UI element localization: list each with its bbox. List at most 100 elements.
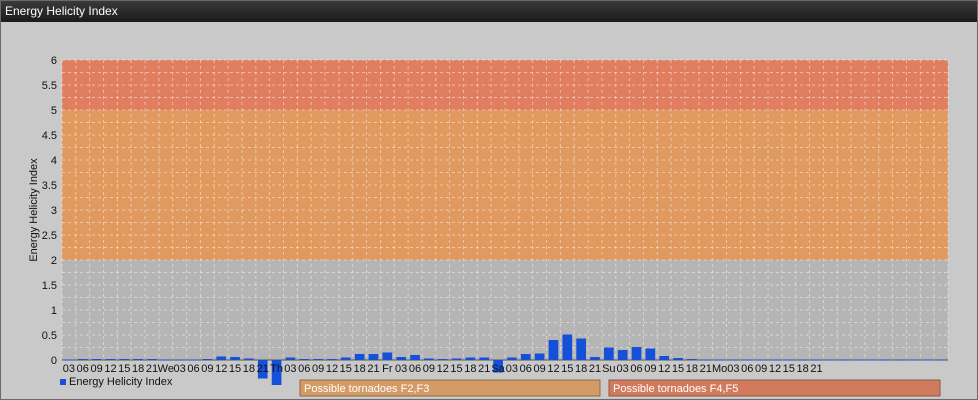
x-tick-label: 18: [132, 363, 144, 375]
bar: [534, 353, 545, 360]
x-tick-label: 06: [298, 363, 310, 375]
x-tick-label: 09: [201, 363, 213, 375]
x-tick-label: 21: [257, 363, 269, 375]
legend-swatch-series: [60, 379, 66, 385]
y-tick-label: 4.5: [42, 130, 57, 142]
y-tick-label: 4: [51, 155, 57, 167]
bar: [105, 359, 116, 360]
x-tick-label: 18: [354, 363, 366, 375]
bar: [507, 357, 517, 360]
x-tick-label: 09: [533, 363, 545, 375]
x-tick-label: 12: [769, 363, 781, 375]
y-tick-label: 0.5: [42, 330, 57, 342]
bar: [645, 348, 656, 360]
bar: [922, 359, 933, 361]
x-tick-label: 06: [77, 363, 89, 375]
bar: [437, 359, 448, 360]
x-tick-label: 18: [686, 363, 698, 375]
bar: [64, 359, 74, 361]
y-tick-label: 2: [51, 255, 57, 267]
x-tick-label: 03: [63, 363, 75, 375]
y-tick-label: 6: [51, 55, 57, 67]
x-tick-label: 15: [118, 363, 130, 375]
helicity-chart: 00.511.522.533.544.555.56 03 06 09 12 15 18 21…: [28, 55, 949, 397]
x-tick-label: 21: [478, 363, 490, 375]
bar: [797, 359, 808, 361]
bar: [327, 359, 337, 360]
bar: [479, 357, 490, 360]
y-tick-label: 1: [51, 305, 57, 317]
bar: [936, 359, 946, 361]
bar: [424, 358, 434, 360]
bar: [520, 354, 531, 360]
x-tick-label: We: [158, 363, 174, 375]
x-tick-label: 21: [367, 363, 379, 375]
bar: [700, 359, 711, 361]
bar: [285, 357, 296, 360]
y-tick-label: 0: [51, 355, 57, 367]
bar: [853, 359, 863, 361]
y-tick-label: 5: [51, 105, 57, 117]
bar: [908, 359, 919, 361]
bar: [756, 359, 766, 361]
legend-label-f2f3: Possible tornadoes F2,F3: [304, 383, 429, 395]
bar: [562, 334, 573, 360]
x-tick-label: 12: [104, 363, 116, 375]
legend-label-f4f5: Possible tornadoes F4,F5: [613, 383, 738, 395]
x-tick-label: 03: [395, 363, 407, 375]
x-tick-label: 03: [506, 363, 518, 375]
x-tick-label: 06: [187, 363, 199, 375]
bar: [382, 352, 393, 360]
x-tick-label: Su: [602, 363, 615, 375]
y-tick-label: 3.5: [42, 180, 57, 192]
bar: [202, 359, 213, 360]
x-tick-label: 09: [90, 363, 102, 375]
bar: [354, 354, 365, 360]
x-tick-label: 03: [284, 363, 296, 375]
x-tick-label: 06: [630, 363, 642, 375]
x-tick-label: 15: [561, 363, 573, 375]
bar: [451, 358, 462, 360]
bar: [119, 359, 130, 360]
bar: [368, 354, 379, 360]
bar: [783, 359, 794, 361]
x-tick-label: 15: [229, 363, 241, 375]
y-tick-label: 1.5: [42, 280, 57, 292]
legend-series-label: Energy Helicity Index: [69, 376, 173, 388]
bar: [299, 359, 310, 360]
bar: [825, 359, 836, 361]
bar: [160, 359, 171, 361]
x-tick-label: 09: [755, 363, 767, 375]
bar: [188, 359, 199, 361]
x-tick-label: 06: [409, 363, 421, 375]
x-tick-label: Mo: [712, 363, 727, 375]
bar: [631, 347, 642, 360]
x-tick-label: 15: [783, 363, 795, 375]
bar: [244, 358, 254, 360]
bar: [811, 359, 822, 361]
bar: [867, 359, 877, 361]
bar: [465, 357, 476, 360]
x-tick-label: 12: [658, 363, 670, 375]
x-tick-label: 12: [437, 363, 449, 375]
x-tick-label: 15: [672, 363, 684, 375]
x-tick-label: 12: [326, 363, 338, 375]
x-tick-label: 18: [797, 363, 809, 375]
bar: [410, 355, 420, 360]
x-tick-label: 21: [146, 363, 158, 375]
bar: [880, 359, 891, 361]
bar: [147, 359, 157, 360]
x-tick-label: 06: [741, 363, 753, 375]
bar: [687, 359, 697, 360]
bar: [216, 356, 227, 360]
x-tick-label: Fr: [382, 363, 393, 375]
bar: [659, 356, 670, 360]
bar: [91, 359, 102, 360]
bar: [396, 357, 407, 360]
bar: [174, 359, 185, 361]
x-tick-label: 18: [575, 363, 587, 375]
x-tick-label: 12: [215, 363, 227, 375]
x-tick-label: 18: [464, 363, 476, 375]
bar: [714, 359, 725, 361]
bar: [770, 359, 780, 361]
